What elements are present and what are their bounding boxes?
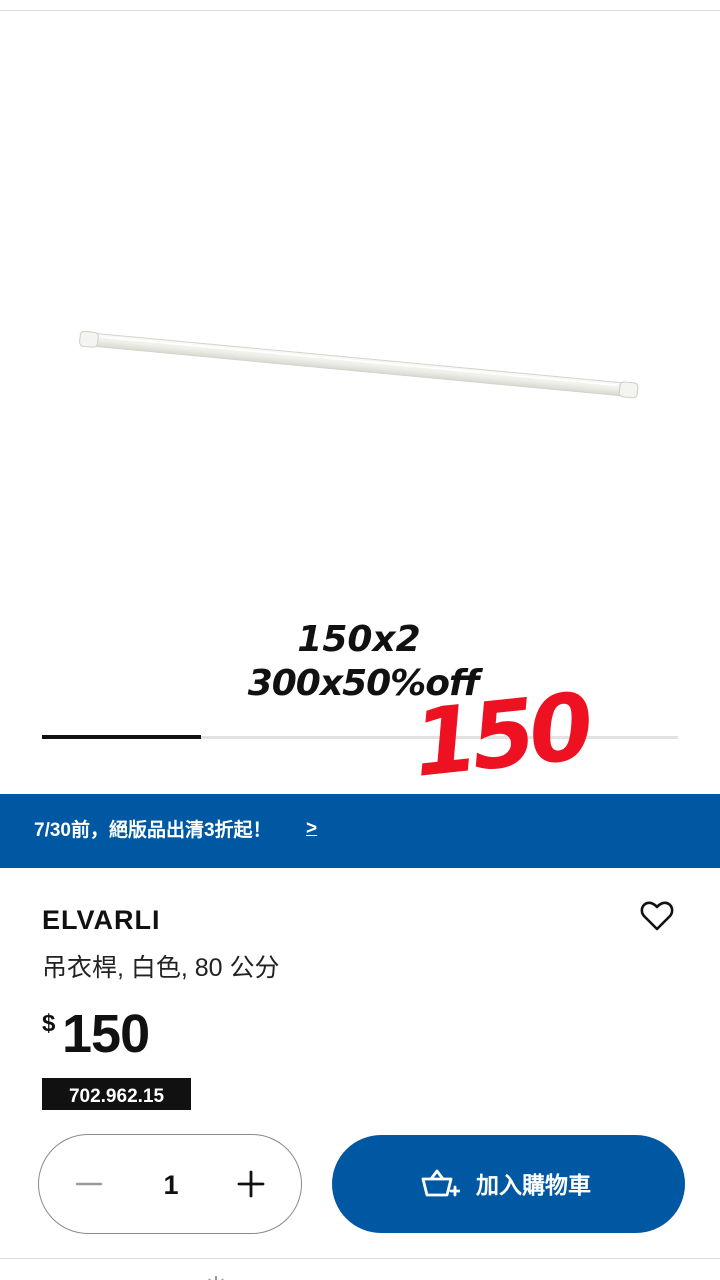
promo-line-1: 150x2 [297,619,421,660]
bottom-divider [0,1258,720,1259]
product-image[interactable] [0,11,720,711]
price-amount: 150 [62,1004,150,1064]
minus-icon[interactable] [67,1161,111,1207]
sale-price-stamp: 150 [408,673,593,798]
promo-line-2: 300x50%off [247,663,480,704]
plus-icon[interactable] [229,1161,273,1207]
article-number-badge: 702.962.15 [42,1078,191,1110]
heart-outline-icon[interactable] [640,900,674,932]
promo-overlay: 150x2 300x50%off [0,618,720,706]
product-page: 150x2 300x50%off 150 7/30前，絕版品出清3折起！ > E… [0,0,720,1280]
add-to-cart-button[interactable]: 加入購物車 [332,1135,685,1233]
add-to-cart-label: 加入購物車 [476,1172,591,1198]
promo-banner-arrow-link[interactable]: > [306,818,317,840]
clothes-rail-image [79,330,639,399]
promo-banner[interactable]: 7/30前，絕版品出清3折起！ > [0,794,720,868]
product-name: ELVARLI [42,905,161,935]
partially-visible-icon [204,1270,228,1280]
quantity-stepper: 1 [38,1134,302,1234]
promo-banner-text[interactable]: 7/30前，絕版品出清3折起！ [34,820,272,842]
quantity-value[interactable]: 1 [151,1167,191,1203]
product-description: 吊衣桿, 白色, 80 公分 [42,954,280,982]
shopping-basket-add-icon [420,1167,461,1201]
price-currency-symbol: $ [42,1010,56,1037]
image-carousel-progress-indicator [42,735,201,739]
